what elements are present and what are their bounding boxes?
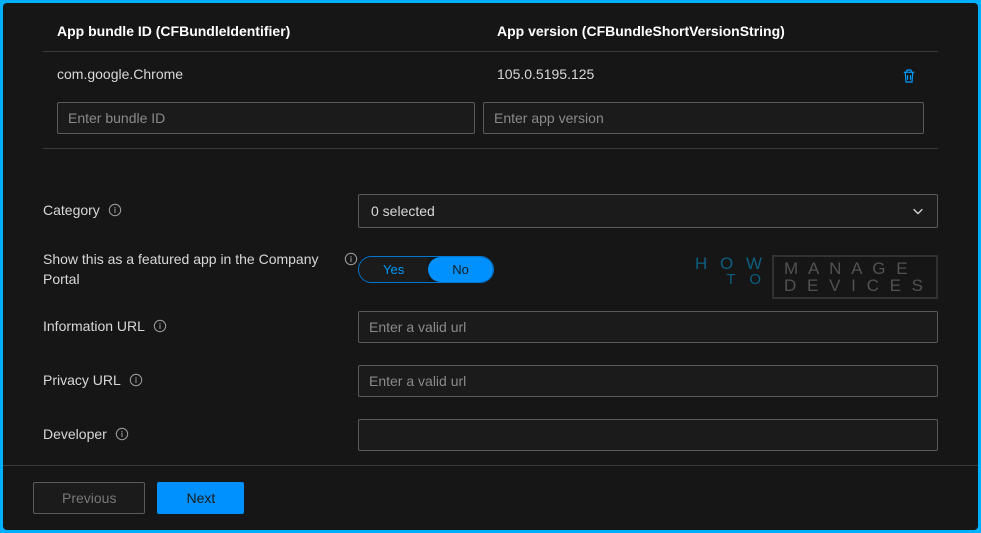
privacy-url-input[interactable] — [358, 365, 938, 397]
privacy-url-row: Privacy URL — [43, 365, 938, 397]
info-url-label: Information URL — [43, 317, 145, 337]
next-button[interactable]: Next — [157, 482, 244, 514]
category-row: Category 0 selected — [43, 194, 938, 228]
content-area: App bundle ID (CFBundleIdentifier) App v… — [3, 3, 978, 465]
featured-label: Show this as a featured app in the Compa… — [43, 250, 336, 289]
table-row: com.google.Chrome 105.0.5195.125 — [43, 52, 938, 100]
info-url-row: Information URL — [43, 311, 938, 343]
developer-label: Developer — [43, 425, 107, 445]
app-config-panel: App bundle ID (CFBundleIdentifier) App v… — [3, 3, 978, 530]
info-icon[interactable] — [153, 319, 167, 333]
developer-row: Developer — [43, 419, 938, 451]
info-icon[interactable] — [108, 203, 122, 217]
table-input-row — [43, 100, 938, 149]
chevron-down-icon — [911, 204, 925, 218]
toggle-no-button[interactable]: No — [428, 257, 493, 282]
table-header: App bundle ID (CFBundleIdentifier) App v… — [43, 3, 938, 52]
info-icon[interactable] — [344, 252, 358, 266]
info-icon[interactable] — [115, 427, 129, 441]
footer-bar: Previous Next — [3, 465, 978, 530]
form-section: Category 0 selected Show this — [43, 194, 938, 451]
bundle-id-input[interactable] — [57, 102, 475, 134]
header-action — [894, 23, 924, 39]
developer-input[interactable] — [358, 419, 938, 451]
header-app-version: App version (CFBundleShortVersionString) — [497, 23, 894, 39]
header-bundle-id: App bundle ID (CFBundleIdentifier) — [57, 23, 497, 39]
toggle-yes-button[interactable]: Yes — [359, 257, 428, 282]
category-value: 0 selected — [371, 203, 435, 219]
cell-app-version: 105.0.5195.125 — [497, 66, 894, 86]
info-icon[interactable] — [129, 373, 143, 387]
category-select[interactable]: 0 selected — [358, 194, 938, 228]
category-label: Category — [43, 201, 100, 221]
info-url-input[interactable] — [358, 311, 938, 343]
privacy-url-label: Privacy URL — [43, 371, 121, 391]
previous-button[interactable]: Previous — [33, 482, 145, 514]
cell-bundle-id: com.google.Chrome — [57, 66, 497, 86]
featured-toggle: Yes No — [358, 256, 494, 283]
delete-icon[interactable] — [900, 66, 918, 86]
featured-row: Show this as a featured app in the Compa… — [43, 250, 938, 289]
app-version-input[interactable] — [483, 102, 924, 134]
